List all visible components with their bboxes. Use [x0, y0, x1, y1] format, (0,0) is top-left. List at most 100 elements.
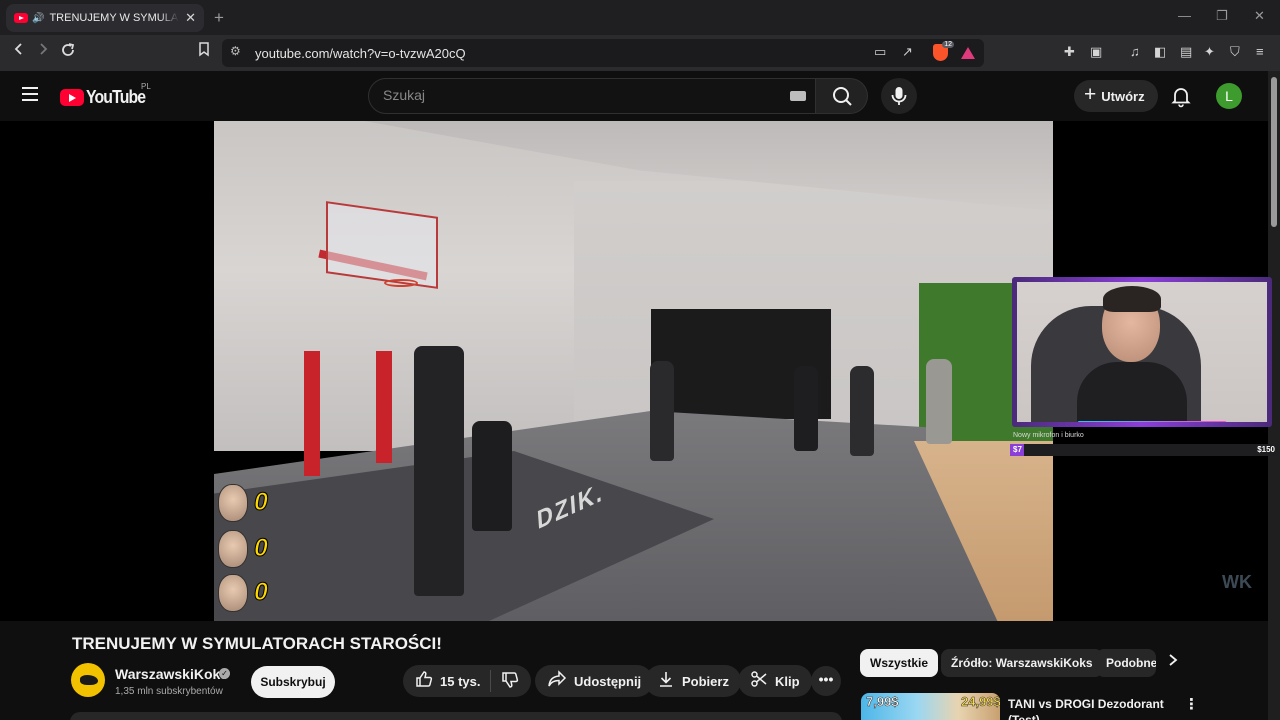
minimize-button[interactable]: —: [1178, 8, 1191, 23]
webcam-feed: [1017, 282, 1267, 422]
subscribe-button[interactable]: Subskrybuj: [251, 666, 335, 698]
share-arrow-icon: [547, 670, 567, 692]
subscriber-count: 1,35 mln subskrybentów: [115, 686, 223, 697]
thumbs-up-icon: [416, 671, 433, 687]
score-row: 0: [218, 530, 278, 570]
reload-button[interactable]: [57, 42, 79, 63]
maximize-button[interactable]: ❐: [1216, 8, 1228, 24]
search-input[interactable]: [383, 87, 763, 103]
browser-tab[interactable]: 🔊 TRENUJEMY W SYMULATORACH STAROŚCI! ✕: [6, 4, 204, 32]
webcam-overlay: [1012, 277, 1272, 427]
search-button[interactable]: [816, 78, 868, 114]
person-suit: [414, 346, 464, 596]
score-row: 0: [218, 484, 278, 524]
recommended-thumbnail[interactable]: 7,99$ 24,99$: [861, 693, 1000, 720]
like-button[interactable]: [415, 670, 433, 692]
wallet-icon[interactable]: ▤: [1180, 44, 1192, 60]
audio-playing-icon[interactable]: 🔊: [32, 13, 44, 24]
thumbs-down-icon: [502, 671, 519, 688]
scrollbar-thumb[interactable]: [1271, 77, 1277, 227]
site-settings-icon[interactable]: ⚙: [230, 44, 241, 58]
download-button[interactable]: Pobierz: [645, 665, 741, 697]
score-row: 0: [218, 574, 278, 614]
score-value: 0: [254, 578, 269, 607]
plus-icon: +: [1084, 83, 1097, 106]
media-music-icon[interactable]: ♫: [1130, 44, 1140, 59]
voice-search-button[interactable]: [881, 78, 917, 114]
chip-source-channel[interactable]: Źródło: WarszawskiKoks: [941, 649, 1103, 677]
address-bar[interactable]: ⚙ youtube.com/watch?v=o-tvzwA20cQ ▭ ↗ 12: [222, 39, 984, 67]
share-button[interactable]: Udostępnij: [535, 665, 654, 697]
donation-goal-target: $150: [1257, 445, 1275, 454]
tab-title: TRENUJEMY W SYMULATORACH STAROŚCI!: [49, 12, 179, 24]
clip-label: Klip: [775, 673, 800, 689]
thumbnail-price-cheap: 7,99$: [866, 694, 899, 710]
sidebar-toggle-icon[interactable]: ◧: [1154, 44, 1166, 60]
share-label: Udostępnij: [574, 673, 642, 689]
window-close-button[interactable]: ✕: [1254, 8, 1265, 24]
streamer-hair: [1103, 286, 1161, 312]
video-title: TRENUJEMY W SYMULATORACH STAROŚCI!: [72, 634, 442, 653]
browser-tab-bar: 🔊 TRENUJEMY W SYMULATORACH STAROŚCI! ✕ +…: [0, 0, 1280, 35]
player-face-icon: [218, 530, 248, 568]
like-count[interactable]: 15 tys.: [440, 674, 480, 689]
youtube-logo[interactable]: YouTube PL: [60, 82, 153, 108]
tab-close-icon[interactable]: ✕: [185, 10, 196, 26]
like-divider: [490, 670, 492, 692]
more-actions-button[interactable]: •••: [811, 666, 841, 696]
recommended-video-title[interactable]: TANI vs DROGI Dezodorant (Test): [1008, 696, 1168, 720]
search-box: [368, 78, 816, 114]
score-value: 0: [254, 488, 269, 517]
extensions-icon[interactable]: ✚: [1064, 44, 1075, 60]
reload-icon: [62, 43, 75, 56]
thumbnail-price-expensive: 24,99$: [961, 694, 1000, 710]
browser-menu-icon[interactable]: ≡: [1256, 44, 1264, 59]
chip-related[interactable]: Podobne: [1096, 649, 1156, 677]
cast-icon[interactable]: ▭: [874, 44, 886, 60]
bell-icon: [1171, 88, 1191, 108]
download-icon: [657, 670, 675, 692]
clip-button[interactable]: Klip: [738, 665, 812, 697]
brave-shields-icon[interactable]: 12: [933, 41, 954, 61]
logo-text: YouTube: [86, 87, 146, 107]
dislike-button[interactable]: [501, 671, 519, 692]
chip-all[interactable]: Wszystkie: [860, 649, 939, 677]
virtual-keyboard-icon[interactable]: [790, 91, 806, 101]
url-text[interactable]: youtube.com/watch?v=o-tvzwA20cQ: [255, 46, 466, 61]
donation-goal-bar: $7 $150: [1010, 444, 1278, 456]
brave-rewards-icon[interactable]: [961, 47, 975, 59]
hoop-pole-right: [376, 351, 392, 463]
search-icon: [833, 87, 852, 106]
reader-mode-icon[interactable]: ▣: [1090, 44, 1102, 60]
basketball-rim: [384, 279, 418, 287]
bookmark-button[interactable]: [193, 42, 215, 62]
forward-button[interactable]: [32, 42, 54, 61]
person-crouching: [472, 421, 512, 531]
bookmark-icon: [199, 42, 209, 57]
create-label: Utwórz: [1101, 88, 1145, 104]
guide-menu-icon[interactable]: [22, 87, 38, 101]
scissors-icon: [750, 670, 768, 692]
vpn-shield-icon[interactable]: ⛉: [1230, 44, 1240, 60]
back-button[interactable]: [8, 42, 30, 61]
player-face-icon: [218, 484, 248, 522]
brave-shields-badge: 12: [942, 41, 954, 48]
channel-watermark[interactable]: WK: [1222, 572, 1252, 593]
person-standing: [850, 366, 874, 456]
channel-avatar[interactable]: [71, 663, 105, 697]
channel-name[interactable]: WarszawskiKoks: [115, 666, 228, 682]
notifications-button[interactable]: [1168, 83, 1194, 109]
leo-ai-icon[interactable]: ✦: [1204, 44, 1215, 60]
score-value: 0: [254, 534, 269, 563]
recommended-menu-icon[interactable]: ⋮: [1184, 695, 1199, 713]
download-label: Pobierz: [682, 673, 729, 689]
new-tab-button[interactable]: +: [214, 8, 224, 28]
chip-next-icon[interactable]: [1167, 652, 1179, 672]
player-face-icon: [218, 574, 248, 612]
webcam-glow-bar: [1077, 421, 1227, 422]
video-frame[interactable]: DZIK. 0 0 0: [214, 121, 1053, 621]
account-avatar[interactable]: L: [1216, 83, 1242, 109]
share-page-icon[interactable]: ↗: [902, 44, 913, 60]
description-box[interactable]: [70, 712, 842, 720]
create-button[interactable]: + Utwórz: [1074, 80, 1158, 112]
